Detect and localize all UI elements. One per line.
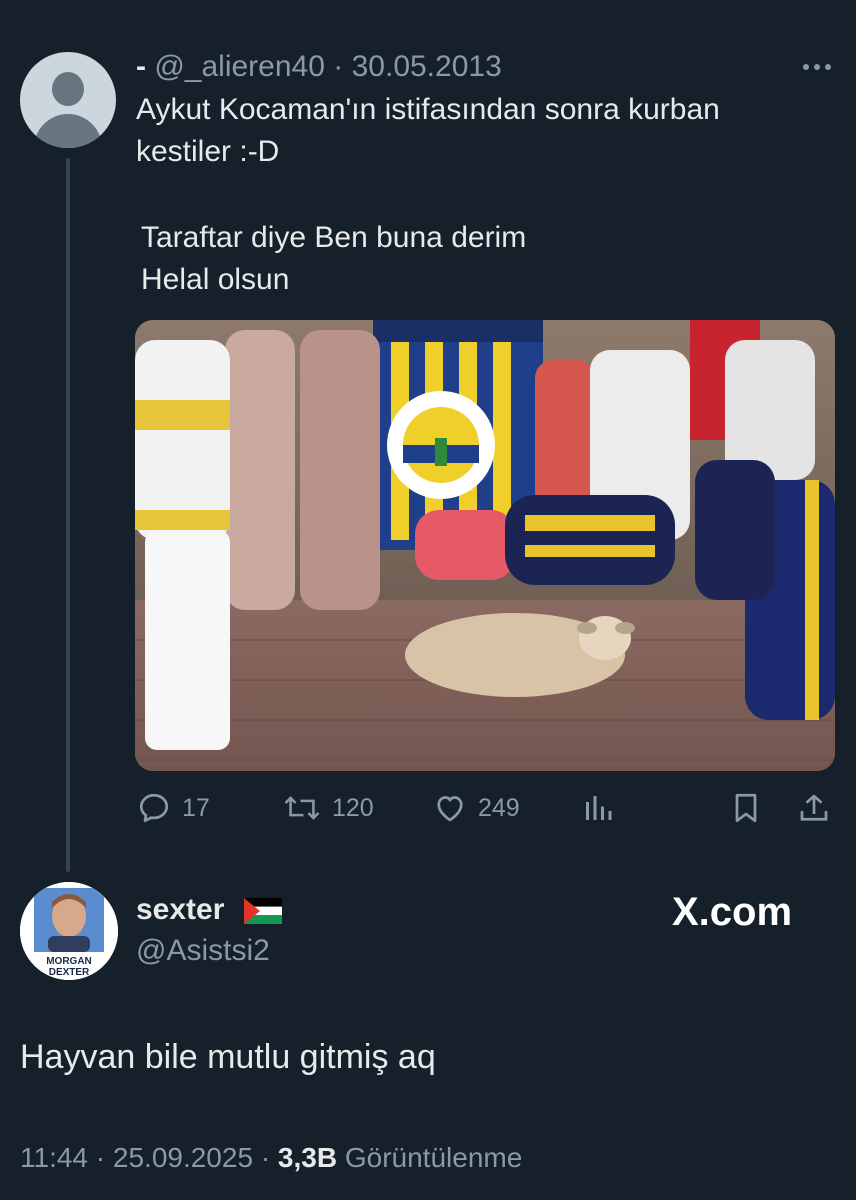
- bookmark-button[interactable]: [728, 790, 764, 826]
- analytics-icon: [586, 796, 612, 820]
- avatar-body-shape: [34, 114, 102, 148]
- default-avatar[interactable]: [20, 52, 116, 148]
- reply-handle[interactable]: @Asistsi2: [136, 934, 270, 968]
- quoted-display-name[interactable]: -: [136, 50, 146, 83]
- thread-connector-line: [66, 158, 70, 872]
- quoted-date[interactable]: 30.05.2013: [352, 50, 502, 83]
- like-count: 249: [478, 793, 520, 822]
- avatar-caption-line-2: DEXTER: [49, 967, 90, 978]
- retweet-count: 120: [332, 793, 374, 822]
- palestine-flag-icon: [244, 898, 282, 924]
- tweet-text-line-1: Aykut Kocaman'ın istifasından sonra kurb…: [136, 93, 720, 126]
- analytics-button[interactable]: [580, 790, 616, 826]
- tweet-action-bar: 17 120 249: [0, 788, 856, 830]
- tweet-time[interactable]: 11:44: [20, 1142, 88, 1173]
- quoted-handle[interactable]: @_alieren40: [154, 50, 325, 83]
- photo-illustration: [135, 320, 835, 771]
- reply-avatar[interactable]: MORGAN DEXTER: [20, 882, 118, 980]
- tweet-date[interactable]: 25.09.2025: [113, 1142, 253, 1173]
- tweet-text-line-3: Taraftar diye Ben buna derim: [141, 221, 527, 254]
- reply-button[interactable]: 17: [136, 790, 210, 826]
- heart-icon: [437, 796, 463, 822]
- avatar-caption-line-1: MORGAN: [46, 956, 92, 967]
- reply-icon: [139, 793, 169, 823]
- avatar-portrait: MORGAN DEXTER: [20, 882, 118, 980]
- retweet-icon: [284, 796, 320, 820]
- tweet-meta-row: 11:44 · 25.09.2025 · 3,3B Görüntülenme: [20, 1142, 522, 1174]
- meta-separator-1: ·: [95, 1142, 106, 1173]
- reply-display-name[interactable]: sexter: [136, 893, 224, 927]
- bookmark-icon: [735, 793, 757, 823]
- reply-count: 17: [182, 793, 210, 822]
- share-button[interactable]: [796, 790, 832, 826]
- views-count[interactable]: 3,3B: [278, 1142, 337, 1173]
- retweet-button[interactable]: 120: [282, 790, 374, 826]
- share-icon: [800, 794, 828, 821]
- avatar-head-shape: [52, 72, 84, 106]
- tweet-photo[interactable]: [135, 320, 835, 771]
- reply-tweet-text: Hayvan bile mutlu gitmiş aq: [20, 1038, 436, 1076]
- like-button[interactable]: 249: [432, 790, 520, 826]
- more-options-icon[interactable]: [800, 52, 834, 82]
- meta-separator-2: ·: [260, 1142, 271, 1173]
- quoted-tweet-header: - @_alieren40 · 30.05.2013: [136, 50, 502, 84]
- tweet-text-line-2: kestiler :-D: [136, 135, 280, 168]
- views-label: Görüntülenme: [344, 1142, 523, 1173]
- tweet-text-line-4: Helal olsun: [141, 263, 290, 296]
- x-com-watermark: X.com: [672, 890, 793, 934]
- header-separator: ·: [333, 50, 344, 83]
